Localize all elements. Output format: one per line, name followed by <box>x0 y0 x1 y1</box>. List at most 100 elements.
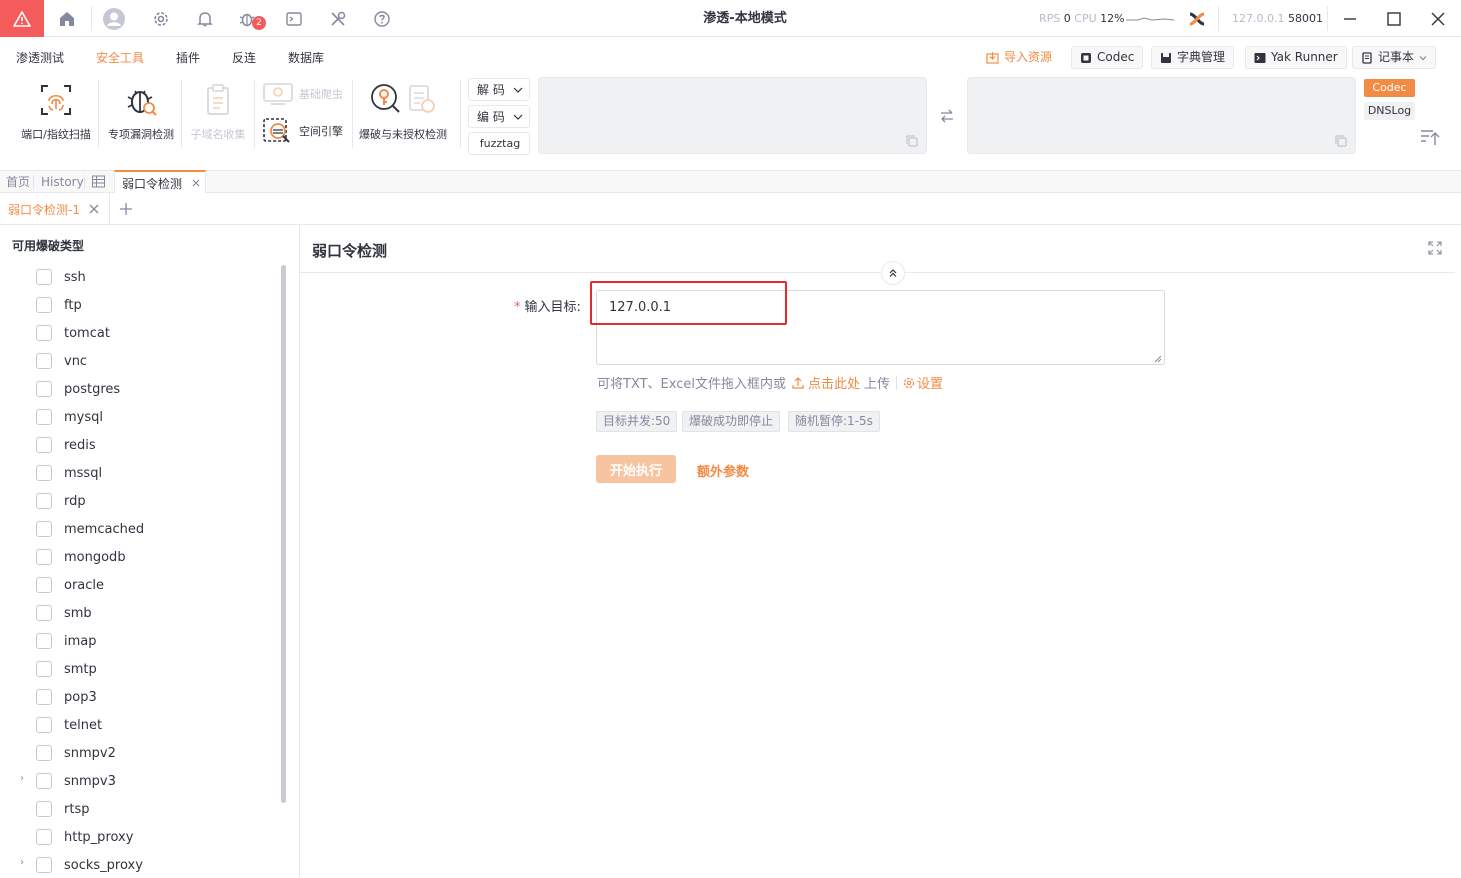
notebook-button[interactable]: 记事本 <box>1352 46 1437 69</box>
checkbox[interactable] <box>36 633 52 649</box>
encode-select[interactable]: 编 码 <box>468 105 530 128</box>
brute-type-item[interactable]: snmpv2 <box>20 742 116 764</box>
checkbox[interactable] <box>36 801 52 817</box>
checkbox[interactable] <box>36 745 52 761</box>
brute-type-item[interactable]: ftp <box>20 294 82 316</box>
menu-pentest[interactable]: 渗透测试 <box>16 48 64 68</box>
checkbox[interactable] <box>36 549 52 565</box>
menu-database[interactable]: 数据库 <box>288 48 324 68</box>
target-input[interactable] <box>596 290 1165 365</box>
fuzztag-button[interactable]: fuzztag <box>468 132 530 155</box>
close-icon[interactable] <box>89 204 99 214</box>
port-scan-tool[interactable]: 端口/指纹扫描 <box>18 82 94 142</box>
brute-type-item[interactable]: mysql <box>20 406 103 428</box>
subtab-weak-password-1[interactable]: 弱口令检测-1 <box>0 193 110 225</box>
brute-type-item[interactable]: pop3 <box>20 686 97 708</box>
checkbox[interactable] <box>36 857 52 873</box>
checkbox[interactable] <box>36 325 52 341</box>
decode-select[interactable]: 解 码 <box>468 78 530 101</box>
bruteforce-tool[interactable]: 爆破与未授权检测 <box>357 82 449 142</box>
collapse-form-button[interactable] <box>881 261 905 285</box>
checkbox[interactable] <box>36 717 52 733</box>
brute-type-item[interactable]: vnc <box>20 350 87 372</box>
home-icon[interactable] <box>45 0 89 37</box>
bug-icon[interactable]: 2 <box>227 0 271 37</box>
gear-icon[interactable] <box>139 0 183 37</box>
tab-weak-password[interactable]: 弱口令检测 <box>114 170 206 194</box>
checkbox[interactable] <box>36 465 52 481</box>
resize-handle-icon[interactable] <box>1154 355 1162 363</box>
codec-output-pane[interactable] <box>967 77 1356 154</box>
checkbox[interactable] <box>36 661 52 677</box>
checkbox[interactable] <box>36 773 52 789</box>
help-icon[interactable] <box>360 0 404 37</box>
minimize-icon[interactable] <box>1328 0 1372 37</box>
expand-chevron-icon[interactable]: › <box>20 773 24 784</box>
checkbox[interactable] <box>36 353 52 369</box>
close-icon[interactable] <box>192 179 200 187</box>
copy-icon[interactable] <box>906 135 918 147</box>
checkbox[interactable] <box>36 409 52 425</box>
dictionary-button[interactable]: 字典管理 <box>1151 46 1235 69</box>
collapse-toolbar-icon[interactable] <box>1420 128 1440 146</box>
brute-type-item[interactable]: postgres <box>20 378 120 400</box>
checkbox[interactable] <box>36 577 52 593</box>
brute-type-item[interactable]: telnet <box>20 714 102 736</box>
tab-home[interactable]: 首页 <box>6 171 30 193</box>
scrollbar[interactable] <box>281 265 286 803</box>
codec-button[interactable]: Codec <box>1071 46 1144 69</box>
warning-icon[interactable] <box>0 0 44 37</box>
vuln-detect-tool[interactable]: 专项漏洞检测 <box>104 82 178 142</box>
brute-type-item[interactable]: rdp <box>20 490 86 512</box>
fullscreen-icon[interactable] <box>1428 241 1444 257</box>
close-icon[interactable] <box>1416 0 1460 37</box>
upload-link[interactable]: 点击此处 <box>808 373 860 392</box>
import-resource-button[interactable]: 导入资源 <box>986 46 1052 69</box>
checkbox[interactable] <box>36 493 52 509</box>
brute-type-item[interactable]: ssh <box>20 266 86 288</box>
settings-link[interactable]: 设置 <box>917 373 943 392</box>
brute-type-item[interactable]: › snmpv3 <box>20 770 116 792</box>
brute-type-item[interactable]: rtsp <box>20 798 89 820</box>
menu-security-tools[interactable]: 安全工具 <box>96 48 144 68</box>
tools-icon[interactable] <box>316 0 360 37</box>
dnslog-tab[interactable]: DNSLog <box>1364 102 1415 120</box>
checkbox[interactable] <box>36 829 52 845</box>
brute-type-item[interactable]: oracle <box>20 574 104 596</box>
brute-type-item[interactable]: smtp <box>20 658 97 680</box>
brute-type-item[interactable]: › socks_proxy <box>20 854 143 876</box>
tab-history[interactable]: History <box>41 171 84 193</box>
menu-plugins[interactable]: 插件 <box>176 48 200 68</box>
brute-type-item[interactable]: memcached <box>20 518 144 540</box>
extra-params-button[interactable]: 额外参数 <box>697 461 749 480</box>
codec-input-pane[interactable] <box>538 77 927 154</box>
checkbox[interactable] <box>36 437 52 453</box>
yak-runner-button[interactable]: Yak Runner <box>1245 46 1347 69</box>
bell-icon[interactable] <box>183 0 227 37</box>
table-icon[interactable] <box>92 175 106 189</box>
terminal-icon[interactable] <box>272 0 316 37</box>
checkbox[interactable] <box>36 381 52 397</box>
brute-type-item[interactable]: http_proxy <box>20 826 133 848</box>
brute-type-item[interactable]: tomcat <box>20 322 110 344</box>
copy-icon[interactable] <box>1335 135 1347 147</box>
expand-chevron-icon[interactable]: › <box>20 857 24 868</box>
brute-type-item[interactable]: redis <box>20 434 96 456</box>
start-button[interactable]: 开始执行 <box>596 455 676 483</box>
checkbox[interactable] <box>36 297 52 313</box>
brute-type-item[interactable]: smb <box>20 602 92 624</box>
checkbox[interactable] <box>36 605 52 621</box>
space-engine-tool[interactable]: 空间引擎 <box>263 117 343 145</box>
user-avatar-icon[interactable] <box>92 0 136 37</box>
brute-type-item[interactable]: imap <box>20 630 97 652</box>
plugin-status-icon[interactable] <box>1187 9 1207 29</box>
add-tab-icon[interactable] <box>119 202 133 216</box>
checkbox[interactable] <box>36 269 52 285</box>
checkbox[interactable] <box>36 521 52 537</box>
menu-reverse[interactable]: 反连 <box>232 48 256 68</box>
swap-icon[interactable] <box>939 108 955 124</box>
checkbox[interactable] <box>36 689 52 705</box>
maximize-icon[interactable] <box>1372 0 1416 37</box>
codec-tab[interactable]: Codec <box>1364 79 1415 97</box>
brute-type-item[interactable]: mssql <box>20 462 102 484</box>
